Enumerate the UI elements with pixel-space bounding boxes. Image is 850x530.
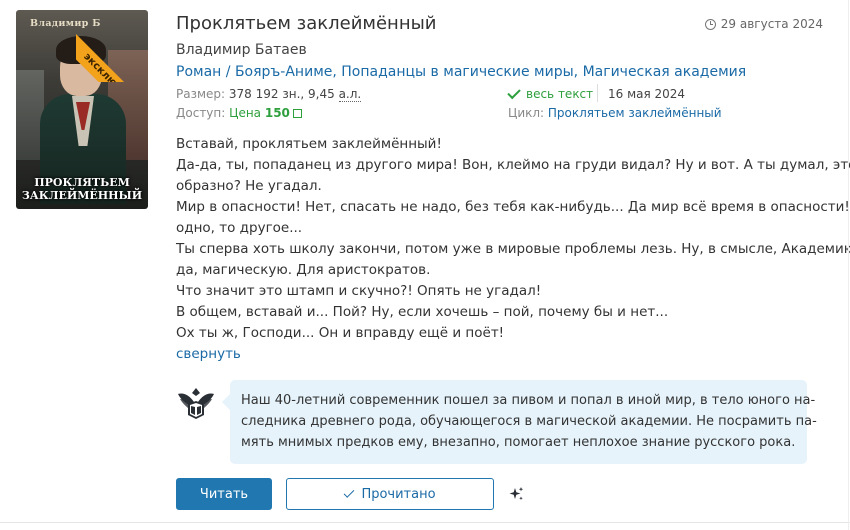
annotation: Вставай, проклятьем заклеймённый! Да-да,…	[176, 134, 850, 344]
genre-link-academy[interactable]: Магическая академия	[583, 64, 747, 80]
annotation-line: образно? Не угадал.	[176, 178, 322, 194]
annotation-line: Да-да, ты, попаданец из другого мира! Во…	[176, 157, 850, 173]
exclusive-ribbon: эксклюзив	[76, 10, 148, 82]
collapse-link[interactable]: свернуть	[176, 346, 241, 362]
full-text-status: весь текст	[507, 85, 594, 101]
book-card: Владимир Б ПРОКЛЯТЬЕМ ЗАКЛЕЙМЁННЫЙ экскл…	[0, 0, 850, 530]
review-bubble: Наш 40-летний современник пошел за пивом…	[222, 380, 817, 464]
access-row: Доступ: Цена 150	[176, 106, 302, 120]
size-value: 378 192 зн., 9,45	[228, 87, 335, 101]
review-line: мять мнимых предков ему, внезапно, помог…	[241, 435, 796, 450]
full-text-label: весь текст	[526, 87, 594, 101]
checkbox-icon	[292, 109, 302, 118]
review-line: следника древнего рода, обучающегося в м…	[241, 414, 817, 429]
cycle-label: Цикл:	[508, 106, 545, 120]
genre-separator: /	[221, 64, 235, 80]
annotation-line: одно, то другое...	[176, 220, 303, 236]
check-icon	[507, 85, 521, 100]
annotation-line: Ох ты ж, Господи... Он и вправду ещё и п…	[176, 325, 505, 341]
cover-title-line-1: ПРОКЛЯТЬЕМ	[34, 176, 130, 189]
clock-icon	[704, 18, 716, 30]
cover-title: ПРОКЛЯТЬЕМ ЗАКЛЕЙМЁННЫЙ	[16, 176, 148, 202]
cycle-row: Цикл: Проклятьем заклеймённый	[508, 106, 722, 120]
publish-date: 29 августа 2024	[704, 17, 823, 31]
access-label: Доступ:	[176, 106, 226, 120]
price-label: Цена	[229, 106, 262, 120]
book-author[interactable]: Владимир Батаев	[176, 42, 307, 58]
size-row: Размер: 378 192 зн., 9,45 а.л.	[176, 87, 362, 102]
cover-title-line-2: ЗАКЛЕЙМЁННЫЙ	[21, 189, 143, 202]
size-label: Размер:	[176, 87, 226, 101]
annotation-line: В общем, вставай и... Пой? Ну, если хоче…	[176, 304, 669, 320]
mark-read-button[interactable]: Прочитано	[286, 478, 494, 510]
genre-link-isekai[interactable]: Попаданцы в магические миры	[341, 64, 573, 80]
genre-separator: ,	[573, 64, 583, 80]
size-unit: а.л.	[338, 87, 362, 102]
read-button[interactable]: Читать	[176, 478, 272, 510]
book-title[interactable]: Проклятьем заклеймённый	[176, 13, 437, 34]
annotation-line: Мир в опасности! Нет, спасать не надо, б…	[176, 199, 850, 215]
mark-read-label: Прочитано	[361, 486, 436, 502]
genre-separator: ,	[332, 64, 342, 80]
sparkle-icon[interactable]	[508, 486, 524, 502]
genre-list: Роман / Бояръ-Аниме, Попаданцы в магичес…	[176, 64, 746, 80]
annotation-line: Вставай, проклятьем заклеймённый!	[176, 136, 442, 152]
exclusive-badge: эксклюзив	[76, 32, 148, 82]
price[interactable]: Цена 150	[229, 106, 302, 120]
price-value: 150	[264, 106, 290, 120]
cycle-link[interactable]: Проклятьем заклеймённый	[548, 106, 722, 120]
update-date: 16 мая 2024	[608, 87, 686, 101]
annotation-line: да, магическую. Для аристократов.	[176, 262, 431, 278]
card-right-border	[848, 0, 849, 530]
genre-link-boyar-anime[interactable]: Бояръ-Аниме	[235, 64, 332, 80]
review-line: Наш 40-летний современник пошел за пивом…	[241, 393, 816, 408]
annotation-line: Что значит это штамп и скучно?! Опять не…	[176, 283, 542, 299]
eagle-emblem-icon	[178, 388, 214, 419]
card-bottom-border	[0, 522, 850, 523]
genre-link-novel[interactable]: Роман	[176, 64, 221, 80]
annotation-line: Ты сперва хоть школу закончи, потом уже …	[176, 241, 850, 257]
divider	[597, 84, 598, 102]
check-icon	[344, 487, 355, 498]
publish-date-text: 29 августа 2024	[720, 17, 823, 31]
